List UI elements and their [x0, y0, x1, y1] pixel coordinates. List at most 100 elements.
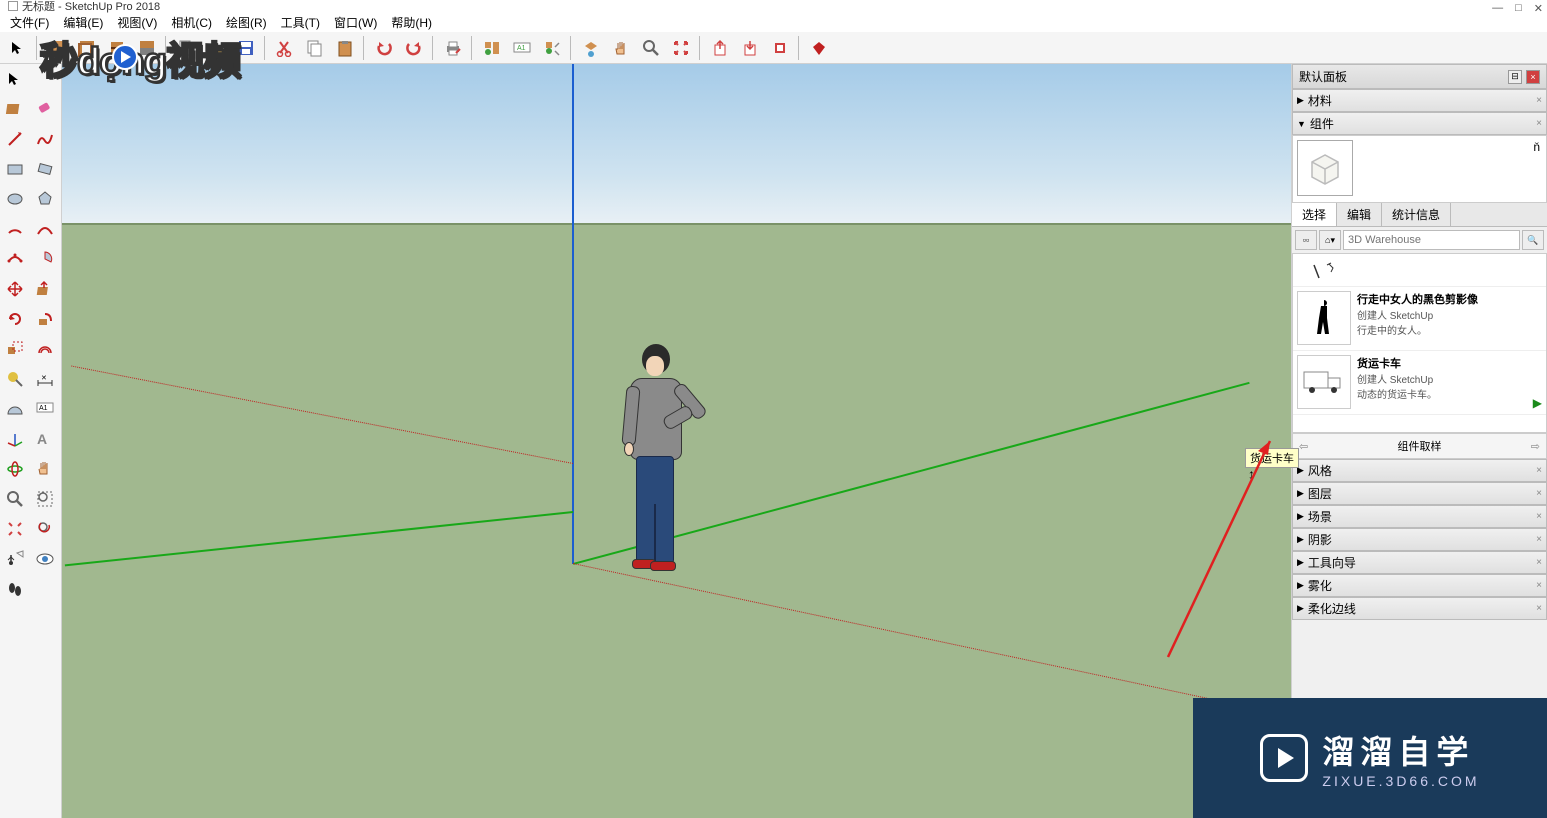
- section-styles[interactable]: ▶风格×: [1292, 459, 1547, 482]
- model-settings-icon[interactable]: [538, 34, 566, 62]
- maximize-icon[interactable]: □: [1515, 2, 1522, 15]
- minimize-icon[interactable]: —: [1492, 2, 1503, 15]
- eraser-icon[interactable]: [30, 94, 60, 124]
- line-icon[interactable]: [0, 124, 30, 154]
- circle-icon[interactable]: [0, 184, 30, 214]
- walk-icon[interactable]: [0, 574, 30, 604]
- zoom-window-icon[interactable]: [30, 484, 60, 514]
- search-icon[interactable]: 🔍: [1522, 230, 1544, 250]
- next-icon[interactable]: ⇨: [1531, 440, 1540, 453]
- select-icon[interactable]: [0, 64, 30, 94]
- pin-icon[interactable]: ⊟: [1508, 70, 1522, 84]
- paste-icon[interactable]: [331, 34, 359, 62]
- section-shadows[interactable]: ▶阴影×: [1292, 528, 1547, 551]
- cut-icon[interactable]: [271, 34, 299, 62]
- select-tool-icon[interactable]: [4, 34, 32, 62]
- pie-icon[interactable]: [30, 244, 60, 274]
- protractor-icon[interactable]: [0, 394, 30, 424]
- freehand-icon[interactable]: [30, 124, 60, 154]
- dimension-icon[interactable]: ✕: [30, 364, 60, 394]
- arc-icon[interactable]: [0, 214, 30, 244]
- zoom-icon[interactable]: [0, 484, 30, 514]
- rotated-rect-icon[interactable]: [30, 154, 60, 184]
- text-icon[interactable]: A1: [30, 394, 60, 424]
- position-camera-icon[interactable]: [0, 544, 30, 574]
- section-scenes[interactable]: ▶场景×: [1292, 505, 1547, 528]
- viewport-3d[interactable]: [62, 64, 1291, 818]
- scale-icon[interactable]: [0, 334, 30, 364]
- ruby-icon[interactable]: [805, 34, 833, 62]
- 2pt-arc-icon[interactable]: [30, 214, 60, 244]
- extensions-icon[interactable]: [766, 34, 794, 62]
- orbit-icon[interactable]: [0, 454, 30, 484]
- followme-icon[interactable]: [30, 304, 60, 334]
- polygon-icon[interactable]: [30, 184, 60, 214]
- section-layers[interactable]: ▶图层×: [1292, 482, 1547, 505]
- previous-icon[interactable]: [30, 514, 60, 544]
- section-close-icon[interactable]: ×: [1536, 118, 1542, 129]
- section-instructor[interactable]: ▶工具向导×: [1292, 551, 1547, 574]
- section-components[interactable]: ▼ 组件 ×: [1292, 112, 1547, 135]
- zoom-extents2-icon[interactable]: [0, 514, 30, 544]
- section-display-icon[interactable]: [73, 34, 101, 62]
- menu-view[interactable]: 视图(V): [111, 12, 163, 33]
- menu-file[interactable]: 文件(F): [4, 12, 55, 33]
- scale-figure[interactable]: [612, 344, 702, 574]
- pan-icon[interactable]: [30, 454, 60, 484]
- view-mode-icon[interactable]: ▫▫: [1295, 230, 1317, 250]
- menu-tools[interactable]: 工具(T): [275, 12, 326, 33]
- 3dtext-icon[interactable]: A: [30, 424, 60, 454]
- menu-edit[interactable]: 编辑(E): [57, 12, 109, 33]
- undo-icon[interactable]: [370, 34, 398, 62]
- component-item-woman[interactable]: 行走中女人的黑色剪影像 创建人 SketchUp 行走中的女人。: [1293, 287, 1546, 351]
- dimensions-icon[interactable]: A1: [508, 34, 536, 62]
- menu-camera[interactable]: 相机(C): [165, 12, 218, 33]
- pan-tool-icon[interactable]: [607, 34, 635, 62]
- tape-icon[interactable]: [0, 364, 30, 394]
- menu-draw[interactable]: 绘图(R): [220, 12, 273, 33]
- new-icon[interactable]: [172, 34, 200, 62]
- close-icon[interactable]: ✕: [1534, 2, 1543, 15]
- component-item-truck[interactable]: 货运卡车 创建人 SketchUp 动态的货运卡车。 ▶: [1293, 351, 1546, 415]
- section-fill-icon[interactable]: [133, 34, 161, 62]
- warehouse-get-icon[interactable]: [736, 34, 764, 62]
- home-dropdown-icon[interactable]: ⌂▾: [1319, 230, 1341, 250]
- tab-select[interactable]: 选择: [1292, 203, 1337, 226]
- section-cut-icon[interactable]: [103, 34, 131, 62]
- zoom-extents-icon[interactable]: [667, 34, 695, 62]
- move-icon[interactable]: [0, 274, 30, 304]
- look-around-icon[interactable]: [30, 544, 60, 574]
- warehouse-send-icon[interactable]: [706, 34, 734, 62]
- axes-icon[interactable]: [0, 424, 30, 454]
- save-icon[interactable]: [232, 34, 260, 62]
- print-icon[interactable]: [439, 34, 467, 62]
- make-component-icon[interactable]: [0, 94, 30, 124]
- offset-icon[interactable]: [30, 334, 60, 364]
- component-item[interactable]: [1293, 254, 1546, 287]
- section-plane-icon[interactable]: [43, 34, 71, 62]
- 3pt-arc-icon[interactable]: [0, 244, 30, 274]
- model-info-icon[interactable]: [478, 34, 506, 62]
- close-tray-icon[interactable]: ×: [1526, 70, 1540, 84]
- tab-edit[interactable]: 编辑: [1337, 203, 1382, 226]
- pushpull-icon[interactable]: [30, 274, 60, 304]
- copy-icon[interactable]: [301, 34, 329, 62]
- menu-help[interactable]: 帮助(H): [385, 12, 438, 33]
- zoom-tool-icon[interactable]: [637, 34, 665, 62]
- tray-title-bar[interactable]: 默认面板 ⊟ ×: [1292, 64, 1547, 89]
- section-fog[interactable]: ▶雾化×: [1292, 574, 1547, 597]
- section-soften[interactable]: ▶柔化边线×: [1292, 597, 1547, 620]
- section-close-icon[interactable]: ×: [1536, 95, 1542, 106]
- search-input[interactable]: [1343, 230, 1520, 250]
- 3dwarehouse-icon[interactable]: [577, 34, 605, 62]
- rectangle-icon[interactable]: [0, 154, 30, 184]
- tab-stats[interactable]: 统计信息: [1382, 203, 1451, 226]
- open-icon[interactable]: [202, 34, 230, 62]
- rotate-icon[interactable]: [0, 304, 30, 334]
- prev-icon[interactable]: ⇦: [1299, 440, 1308, 453]
- redo-icon[interactable]: [400, 34, 428, 62]
- menu-window[interactable]: 窗口(W): [328, 12, 383, 33]
- section-materials[interactable]: ▶ 材料 ×: [1292, 89, 1547, 112]
- pin-icon[interactable]: ň: [1533, 140, 1540, 154]
- component-sampling[interactable]: ⇦ 组件取样 ⇨: [1292, 433, 1547, 459]
